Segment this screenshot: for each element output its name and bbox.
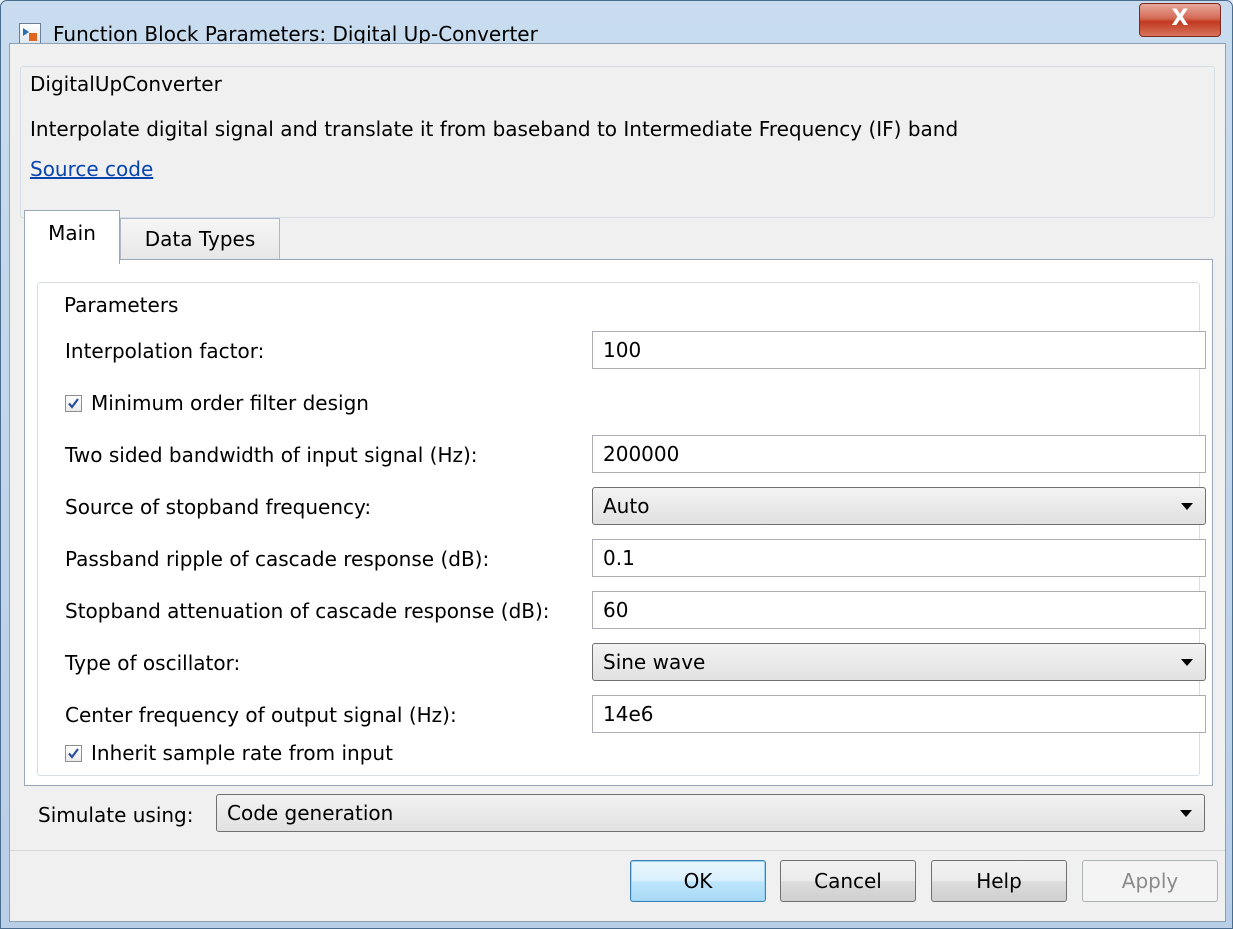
parameters-group-title: Parameters — [58, 293, 185, 317]
button-bar-divider — [10, 850, 1225, 851]
center-frequency-label: Center frequency of output signal (Hz): — [65, 703, 457, 727]
apply-button[interactable]: Apply — [1082, 860, 1218, 902]
parameters-group: Parameters Interpolation factor: Minimum… — [37, 282, 1206, 776]
dropdown-arrow-icon — [1181, 503, 1193, 510]
source-code-link[interactable]: Source code — [30, 156, 153, 182]
stopband-source-value: Auto — [603, 494, 650, 518]
block-description: Interpolate digital signal and translate… — [30, 117, 959, 141]
description-group-title: DigitalUpConverter — [24, 72, 228, 96]
interpolation-factor-input[interactable] — [592, 331, 1206, 369]
dialog-client-area: DigitalUpConverter Interpolate digital s… — [9, 43, 1226, 922]
close-button[interactable]: X — [1139, 3, 1221, 37]
stopband-attenuation-input[interactable] — [592, 591, 1206, 629]
tab-main-label: Main — [48, 221, 96, 245]
help-button-label: Help — [976, 869, 1022, 893]
dropdown-arrow-icon — [1181, 659, 1193, 666]
bandwidth-input[interactable] — [592, 435, 1206, 473]
tab-data-types[interactable]: Data Types — [120, 218, 280, 262]
stopband-source-dropdown[interactable]: Auto — [592, 487, 1206, 525]
min-order-filter-checkbox-row[interactable]: Minimum order filter design — [65, 390, 369, 416]
inherit-sample-rate-checkbox-row[interactable]: Inherit sample rate from input — [65, 740, 393, 766]
center-frequency-input[interactable] — [592, 695, 1206, 733]
inherit-sample-rate-checkbox[interactable] — [65, 745, 82, 762]
oscillator-type-dropdown[interactable]: Sine wave — [592, 643, 1206, 681]
dialog-window: Function Block Parameters: Digital Up-Co… — [0, 0, 1233, 929]
oscillator-type-label: Type of oscillator: — [65, 651, 241, 675]
stopband-attenuation-label: Stopband attenuation of cascade response… — [65, 599, 550, 623]
simulink-block-icon — [19, 23, 41, 45]
tab-main[interactable]: Main — [24, 210, 120, 264]
help-button[interactable]: Help — [931, 860, 1067, 902]
interpolation-factor-label: Interpolation factor: — [65, 339, 265, 363]
min-order-filter-checkbox[interactable] — [65, 395, 82, 412]
close-icon: X — [1171, 6, 1189, 31]
passband-ripple-label: Passband ripple of cascade response (dB)… — [65, 547, 490, 571]
inherit-sample-rate-label: Inherit sample rate from input — [91, 741, 393, 765]
tab-data-types-label: Data Types — [144, 227, 256, 251]
cancel-button-label: Cancel — [814, 869, 882, 893]
dropdown-arrow-icon — [1180, 810, 1192, 817]
simulate-using-label: Simulate using: — [38, 803, 194, 827]
bandwidth-label: Two sided bandwidth of input signal (Hz)… — [65, 443, 478, 467]
apply-button-label: Apply — [1121, 869, 1179, 893]
passband-ripple-input[interactable] — [592, 539, 1206, 577]
cancel-button[interactable]: Cancel — [780, 860, 916, 902]
ok-button[interactable]: OK — [630, 860, 766, 902]
min-order-filter-label: Minimum order filter design — [91, 391, 369, 415]
main-tab-panel: Parameters Interpolation factor: Minimum… — [24, 259, 1213, 786]
stopband-source-label: Source of stopband frequency: — [65, 495, 372, 519]
ok-button-label: OK — [683, 869, 713, 893]
simulate-using-value: Code generation — [227, 801, 394, 825]
simulate-using-dropdown[interactable]: Code generation — [216, 794, 1205, 832]
oscillator-type-value: Sine wave — [603, 650, 706, 674]
